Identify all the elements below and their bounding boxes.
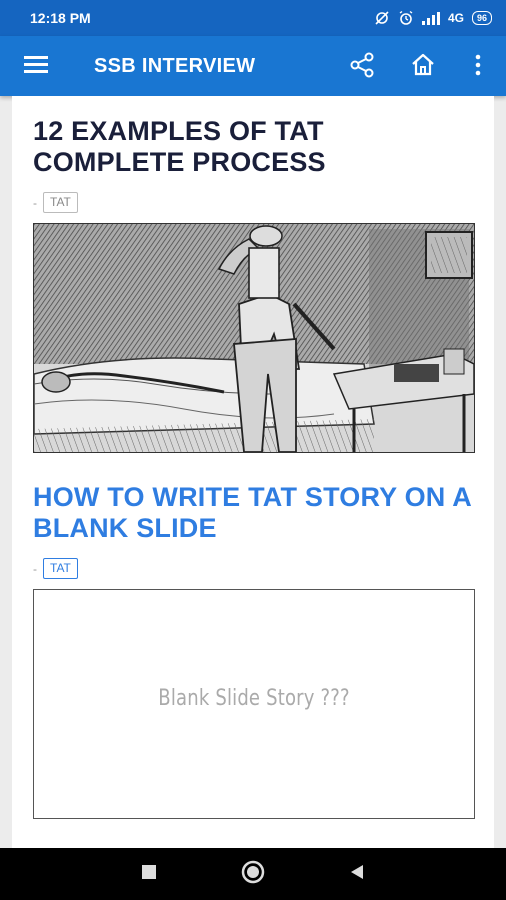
network-label: 4G: [447, 11, 464, 25]
app-bar: SSB INTERVIEW: [0, 36, 506, 96]
share-button[interactable]: [347, 52, 377, 82]
menu-icon: [23, 54, 49, 79]
post-card[interactable]: 12 EXAMPLES OF TAT COMPLETE PROCESS - TA…: [33, 116, 475, 453]
alarm-icon: [398, 10, 414, 26]
menu-button[interactable]: [22, 53, 50, 79]
home-circle-icon: [241, 860, 265, 889]
post-title[interactable]: 12 EXAMPLES OF TAT COMPLETE PROCESS: [33, 116, 475, 178]
post-title[interactable]: HOW TO WRITE TAT STORY ON A BLANK SLIDE: [33, 482, 475, 544]
home-nav-button[interactable]: [241, 860, 265, 889]
tag-tat[interactable]: TAT: [43, 192, 78, 213]
system-nav-bar: [0, 848, 506, 900]
recents-button[interactable]: [137, 862, 161, 886]
share-icon: [349, 52, 375, 83]
home-button[interactable]: [408, 52, 438, 82]
post-list: 12 EXAMPLES OF TAT COMPLETE PROCESS - TA…: [12, 96, 494, 848]
post-thumbnail-image[interactable]: [33, 223, 475, 453]
battery-icon: 96: [471, 11, 492, 25]
post-thumbnail-image[interactable]: Blank Slide Story ???: [33, 589, 475, 819]
home-icon: [410, 52, 436, 83]
back-triangle-icon: [348, 863, 366, 886]
recents-square-icon: [141, 864, 157, 885]
post-meta: - TAT: [33, 558, 475, 579]
tag-tat[interactable]: TAT: [43, 558, 78, 579]
meta-separator: -: [33, 561, 37, 576]
status-time: 12:18 PM: [30, 10, 91, 26]
thumbnail-caption: Blank Slide Story ???: [158, 686, 350, 711]
post-card[interactable]: HOW TO WRITE TAT STORY ON A BLANK SLIDE …: [33, 482, 475, 819]
status-bar: 12:18 PM 4G 96: [0, 0, 506, 36]
more-vert-icon: [474, 54, 482, 81]
signal-icon: [421, 11, 440, 25]
more-options-button[interactable]: [466, 52, 490, 82]
sync-off-icon: [374, 10, 390, 26]
status-icons: 4G 96: [374, 10, 492, 26]
meta-separator: -: [33, 195, 37, 210]
post-meta: - TAT: [33, 192, 475, 213]
back-button[interactable]: [345, 862, 369, 886]
app-title: SSB INTERVIEW: [94, 55, 256, 77]
